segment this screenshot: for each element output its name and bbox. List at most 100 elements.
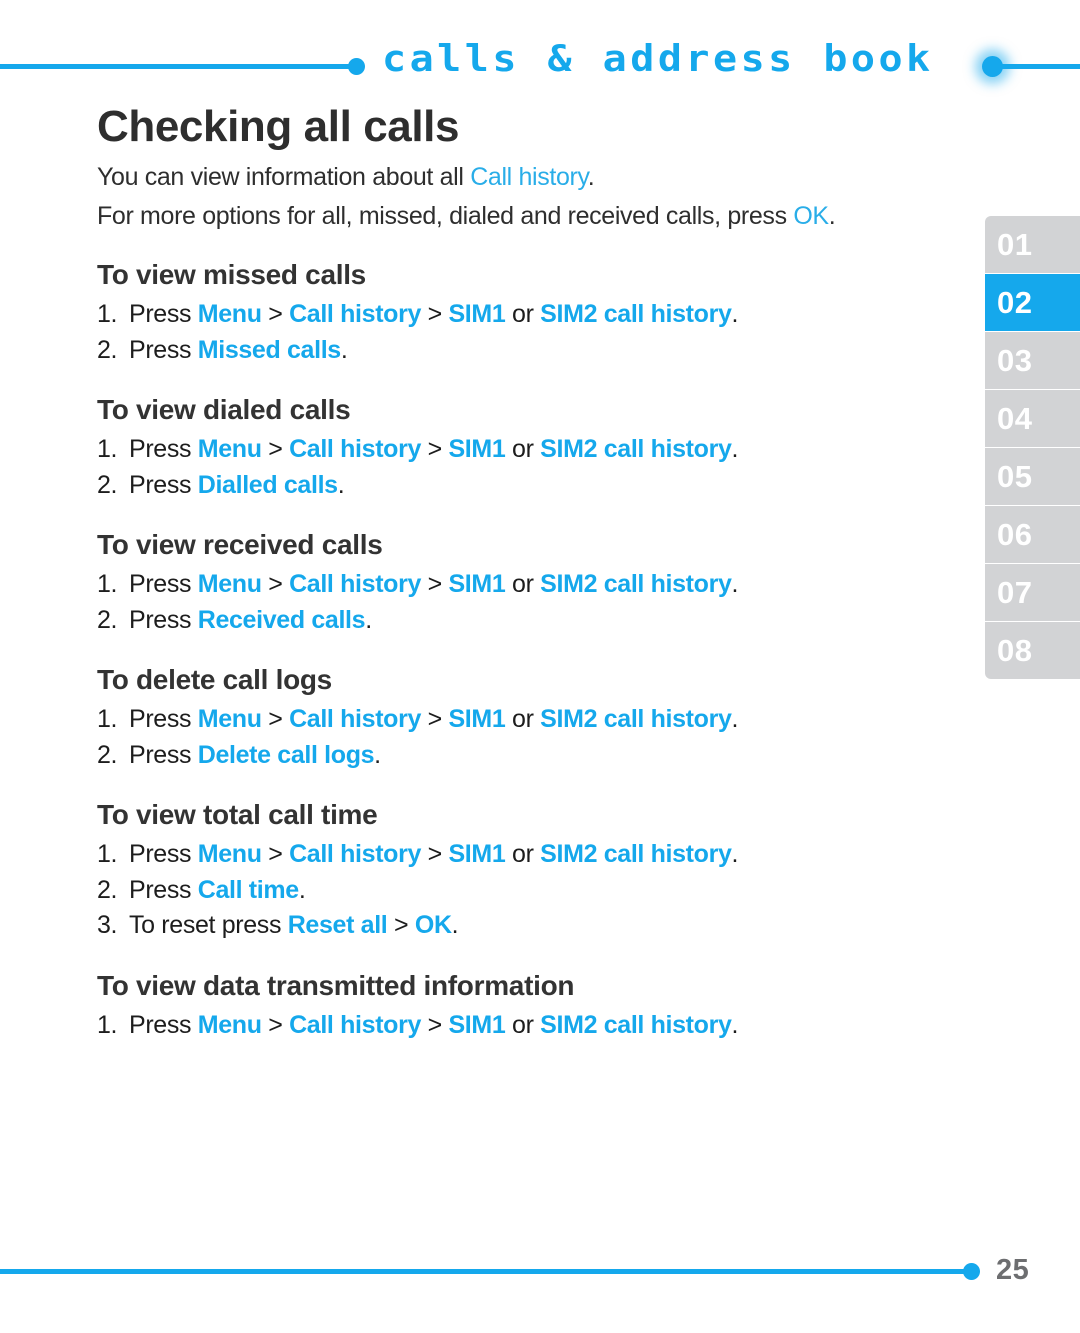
header-dot-left-icon [348,58,365,75]
step-item: 1. Press Menu > Call history > SIM1 or SI… [97,567,977,603]
step-number: 1. [97,300,118,329]
step-key-term: Call history [289,840,422,869]
step-text: . [340,335,348,364]
instruction-sections: To view missed calls 1. Press Menu > Call … [97,259,977,1043]
step-key-term: SIM1 [448,705,506,734]
step-list: 1. Press Menu > Call history > SIM1 or SI… [97,432,977,503]
instruction-section: To delete call logs 1. Press Menu > Call h… [97,664,977,773]
step-key-term: SIM1 [448,1010,506,1039]
step-separator: > [421,705,449,734]
step-key-term: Menu [197,840,262,869]
step-separator: or [505,300,541,329]
intro-line-1-link: Call history [470,163,588,192]
section-title: To view dialed calls [97,394,351,426]
step-key-term: Call time [197,875,299,904]
step-text: . [731,435,739,464]
step-key-term: Call history [289,570,422,599]
step-separator: > [261,300,290,329]
footer-dot-icon [963,1263,980,1280]
step-key-term: Menu [197,300,262,329]
step-key-term: Menu [197,435,262,464]
step-separator: or [505,705,541,734]
section-title: To view received calls [97,529,383,561]
step-text: . [731,570,739,599]
intro-line-1-suffix: . [587,163,595,192]
chapter-tab-05[interactable]: 05 [985,448,1080,505]
step-key-term: Dialled calls [197,470,338,499]
step-key-term: Missed calls [197,335,341,364]
chapter-tab-04[interactable]: 04 [985,390,1080,447]
chapter-tab-01[interactable]: 01 [985,216,1080,273]
chapter-tab-07[interactable]: 07 [985,564,1080,621]
chapter-tab-02[interactable]: 02 [985,274,1080,331]
step-key-term: SIM1 [448,840,506,869]
step-key-term: SIM2 call history [540,1010,732,1039]
step-text: Press [129,470,198,499]
instruction-section: To view received calls 1. Press Menu > Cal… [97,529,977,638]
header-rule-right [1000,64,1080,69]
step-number: 2. [97,605,118,634]
step-key-term: Call history [289,705,422,734]
page-header: calls & address book [0,0,1080,100]
intro-line-2-suffix: . [828,201,836,230]
section-title: To delete call logs [97,664,332,696]
step-key-term: Menu [197,1010,262,1039]
step-separator: > [421,1010,449,1039]
step-text: Press [129,875,198,904]
step-key-term: SIM1 [448,435,506,464]
chapter-tab-03[interactable]: 03 [985,332,1080,389]
step-text: . [365,605,372,634]
step-item: 2. Press Call time. [97,873,977,909]
step-separator: or [505,435,541,464]
instruction-section: To view missed calls 1. Press Menu > Call … [97,259,977,368]
step-separator: > [421,570,449,599]
step-item: 1. Press Menu > Call history > SIM1 or SI… [97,702,977,738]
step-text: . [731,1010,739,1039]
chapter-title: calls & address book [382,38,934,81]
step-item: 2. Press Dialled calls. [97,468,977,504]
page-footer: 25 [0,1233,1080,1333]
step-separator: or [505,1010,541,1039]
step-separator: or [505,840,541,869]
step-separator: > [261,705,290,734]
step-number: 1. [97,570,118,599]
step-key-term: OK [414,911,452,940]
step-separator: > [421,435,449,464]
step-key-term: SIM2 call history [540,300,732,329]
step-separator: > [421,840,449,869]
step-text: . [731,705,739,734]
step-separator: > [261,435,290,464]
step-list: 1. Press Menu > Call history > SIM1 or SI… [97,837,977,944]
section-title: To view data transmitted information [97,969,575,1001]
chapter-tab-06[interactable]: 06 [985,506,1080,563]
step-list: 1. Press Menu > Call history > SIM1 or SI… [97,1008,977,1044]
step-number: 2. [97,470,118,499]
chapter-tab-sidebar: 01 02 03 04 05 06 07 08 [985,216,1080,679]
step-separator: > [261,840,290,869]
step-item: 1. Press Menu > Call history > SIM1 or SI… [97,1008,977,1044]
instruction-section: To view data transmitted information 1. Pr… [97,970,977,1044]
chapter-tab-08[interactable]: 08 [985,622,1080,679]
step-key-term: Delete call logs [197,740,375,769]
page-number: 25 [996,1254,1030,1286]
step-item: 1. Press Menu > Call history > SIM1 or SI… [97,297,977,333]
step-text: Press [129,740,198,769]
page-title: Checking all calls [97,102,460,151]
step-text: Press [129,1010,198,1039]
step-key-term: SIM1 [448,570,506,599]
step-separator: > [261,570,290,599]
step-text: To reset press [129,911,288,940]
step-item: 1. Press Menu > Call history > SIM1 or SI… [97,432,977,468]
step-key-term: Call history [289,1010,422,1039]
section-title: To view missed calls [97,259,366,291]
step-number: 3. [97,911,118,940]
step-number: 2. [97,335,118,364]
step-list: 1. Press Menu > Call history > SIM1 or SI… [97,702,977,773]
step-text: Press [129,840,198,869]
step-text: . [731,300,739,329]
instruction-section: To view total call time 1. Press Menu > Ca… [97,799,977,944]
step-list: 1. Press Menu > Call history > SIM1 or SI… [97,567,977,638]
step-text: . [374,740,381,769]
section-title: To view total call time [97,799,378,831]
footer-rule [0,1269,970,1274]
